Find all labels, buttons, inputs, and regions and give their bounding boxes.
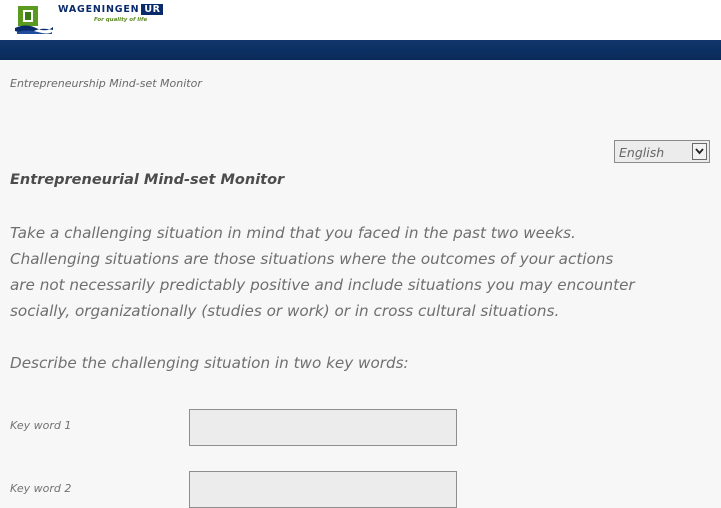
intro-line: socially, organizationally (studies or w…	[10, 302, 560, 320]
breadcrumb: Entrepreneurship Mind-set Monitor	[10, 77, 202, 90]
logo-ur-badge: UR	[141, 4, 164, 15]
chevron-down-icon[interactable]	[692, 143, 707, 160]
keyword-2-label: Key word 2	[10, 482, 72, 495]
keyword-prompt: Describe the challenging situation in tw…	[10, 354, 409, 372]
intro-line: Challenging situations are those situati…	[10, 250, 614, 268]
keyword-2-input[interactable]	[189, 471, 457, 508]
page-title: Entrepreneurial Mind-set Monitor	[10, 172, 285, 188]
wageningen-ur-logo[interactable]: WAGENINGEN UR For quality of life	[14, 3, 189, 35]
intro-text: Take a challenging situation in mind tha…	[10, 220, 721, 324]
wur-emblem-icon	[15, 6, 53, 34]
language-select-value: English	[619, 145, 665, 160]
logo-wordmark: WAGENINGEN UR	[58, 4, 164, 15]
site-header: WAGENINGEN UR For quality of life	[0, 0, 721, 40]
language-select[interactable]: English	[614, 140, 710, 163]
keyword-1-label: Key word 1	[10, 419, 72, 432]
intro-line: are not necessarily predictably positive…	[10, 276, 635, 294]
intro-line: Take a challenging situation in mind tha…	[10, 224, 576, 242]
logo-tagline: For quality of life	[94, 17, 148, 23]
top-nav-bar	[0, 40, 721, 60]
keyword-1-input[interactable]	[189, 409, 457, 446]
